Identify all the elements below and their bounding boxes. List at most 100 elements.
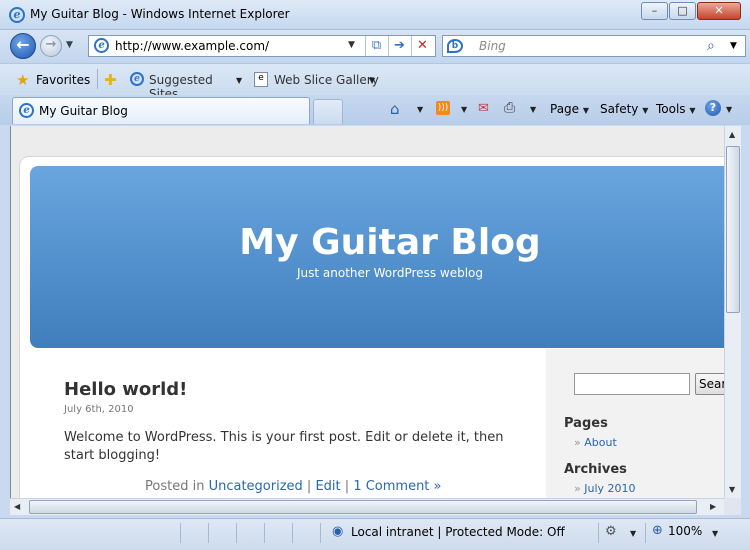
- sidebar: Search Pages » About Archives » July 201…: [546, 349, 724, 498]
- arrow-right-icon: →: [45, 37, 57, 52]
- scroll-left-icon[interactable]: ◀: [14, 502, 20, 511]
- separator: |: [344, 479, 350, 494]
- ie-tab-icon: e: [19, 103, 34, 118]
- archive-link-july-2010[interactable]: July 2010: [584, 482, 635, 495]
- vertical-scroll-thumb[interactable]: [726, 146, 740, 313]
- arrow-left-icon: ←: [16, 35, 30, 54]
- horizontal-scrollbar[interactable]: ◀ ▶: [10, 498, 724, 515]
- star-icon: ★: [16, 71, 30, 89]
- pages-heading: Pages: [564, 416, 608, 431]
- feeds-dropdown-icon[interactable]: ▼: [461, 105, 467, 114]
- home-icon[interactable]: ⌂: [390, 100, 400, 118]
- privacy-icon[interactable]: ⚙: [605, 524, 617, 539]
- compatibility-view-icon[interactable]: ⧉: [365, 36, 387, 56]
- divider: [264, 523, 265, 543]
- back-button[interactable]: ←: [10, 33, 36, 59]
- add-favorite-icon[interactable]: ✚: [104, 71, 117, 89]
- help-dropdown-icon[interactable]: ▼: [726, 105, 732, 114]
- zoom-icon[interactable]: ⊕: [652, 523, 663, 538]
- page-menu[interactable]: Page ▼: [550, 102, 589, 116]
- horizontal-scroll-thumb[interactable]: [29, 500, 697, 514]
- tab-label: My Guitar Blog: [39, 104, 128, 118]
- web-slice-gallery-button[interactable]: e Web Slice Gallery ▼: [254, 69, 379, 91]
- help-icon[interactable]: ?: [705, 100, 721, 116]
- zoom-dropdown-icon[interactable]: ▼: [712, 529, 718, 538]
- maximize-button[interactable]: □: [669, 2, 696, 20]
- address-dropdown-icon[interactable]: ▼: [348, 40, 355, 50]
- divider: [645, 523, 646, 543]
- separator: |: [306, 479, 312, 494]
- address-input[interactable]: http://www.example.com/: [115, 39, 269, 53]
- bing-icon: b: [447, 39, 463, 53]
- post-meta: Posted in Uncategorized | Edit | 1 Comme…: [145, 479, 442, 494]
- security-zone[interactable]: Local intranet | Protected Mode: Off: [351, 525, 565, 539]
- scroll-up-icon[interactable]: ▲: [729, 130, 735, 139]
- page-link-about[interactable]: About: [584, 436, 617, 449]
- search-icon[interactable]: ⌕: [707, 38, 715, 54]
- favorites-label: Favorites: [36, 73, 91, 87]
- divider: [598, 523, 599, 543]
- blog-header: My Guitar Blog Just another WordPress we…: [30, 166, 724, 348]
- search-input[interactable]: [574, 373, 690, 395]
- safety-menu[interactable]: Safety ▼: [600, 102, 648, 116]
- title-bar: e My Guitar Blog - Windows Internet Expl…: [0, 0, 750, 30]
- suggested-sites-button[interactable]: e Suggested Sites ▼: [130, 69, 245, 101]
- blog-description: Just another WordPress weblog: [296, 266, 483, 280]
- tools-menu-label: Tools: [656, 102, 686, 116]
- home-dropdown-icon[interactable]: ▼: [417, 105, 423, 114]
- scroll-corner: [724, 498, 741, 515]
- address-bar[interactable]: e http://www.example.com/ ▼ ⧉ ➔ ✕: [88, 35, 436, 57]
- favorites-bar: ★ Favorites ✚ e Suggested Sites ▼ e Web …: [0, 63, 750, 101]
- category-link[interactable]: Uncategorized: [209, 479, 303, 494]
- vertical-scrollbar[interactable]: ▲ ▼: [724, 126, 741, 498]
- divider: [236, 523, 237, 543]
- tools-menu[interactable]: Tools ▼: [656, 102, 696, 116]
- print-icon[interactable]: ⎙: [504, 100, 515, 116]
- list-item: » About: [574, 436, 617, 449]
- page-container: My Guitar Blog Just another WordPress we…: [19, 156, 724, 498]
- scroll-down-icon[interactable]: ▼: [729, 485, 735, 494]
- minimize-button[interactable]: –: [641, 2, 668, 20]
- chevron-down-icon[interactable]: ▼: [630, 529, 636, 538]
- address-row: ← → ▼ e http://www.example.com/ ▼ ⧉ ➔ ✕ …: [0, 30, 750, 63]
- post-title[interactable]: Hello world!: [64, 379, 187, 400]
- edit-link[interactable]: Edit: [315, 479, 340, 494]
- close-button[interactable]: ✕: [697, 2, 741, 20]
- zoom-level[interactable]: 100%: [668, 524, 702, 538]
- list-item: » July 2010: [574, 482, 636, 495]
- page-menu-label: Page: [550, 102, 580, 116]
- divider: [292, 523, 293, 543]
- search-options-dropdown-icon[interactable]: ▼: [730, 41, 737, 51]
- search-box[interactable]: b Bing ⌕ ▼: [442, 35, 746, 57]
- divider: [320, 523, 321, 543]
- ie-page-icon: e: [130, 72, 144, 86]
- divider: [97, 69, 98, 89]
- search-button[interactable]: Search: [695, 373, 724, 395]
- globe-icon: ◉: [332, 524, 344, 539]
- mail-icon[interactable]: ✉: [478, 101, 489, 116]
- archives-heading: Archives: [564, 462, 627, 477]
- page-icon: e: [94, 38, 109, 53]
- comments-link[interactable]: 1 Comment »: [353, 479, 441, 494]
- page-viewport: My Guitar Blog Just another WordPress we…: [10, 126, 724, 498]
- stop-icon[interactable]: ✕: [411, 36, 433, 56]
- ie-logo-icon: e: [9, 7, 25, 23]
- status-bar: ◉ Local intranet | Protected Mode: Off ⚙…: [0, 518, 750, 550]
- search-input[interactable]: Bing: [479, 39, 506, 53]
- forward-button[interactable]: →: [40, 35, 62, 57]
- window-frame-left: [0, 126, 10, 518]
- posted-in-label: Posted in: [145, 479, 205, 494]
- print-dropdown-icon[interactable]: ▼: [530, 105, 536, 114]
- favorites-button[interactable]: ★ Favorites: [14, 69, 94, 91]
- chevron-down-icon: ▼: [369, 76, 376, 85]
- scroll-right-icon[interactable]: ▶: [710, 502, 716, 511]
- tab-my-guitar-blog[interactable]: e My Guitar Blog: [12, 97, 310, 124]
- recent-pages-dropdown[interactable]: ▼: [66, 40, 73, 50]
- divider: [208, 523, 209, 543]
- web-slice-icon: e: [254, 72, 268, 87]
- feeds-icon[interactable]: ))): [436, 101, 450, 115]
- go-arrow-icon[interactable]: ➔: [388, 36, 410, 56]
- new-tab-button[interactable]: [313, 99, 343, 124]
- post-body: Welcome to WordPress. This is your first…: [64, 430, 504, 463]
- blog-title[interactable]: My Guitar Blog: [30, 222, 724, 263]
